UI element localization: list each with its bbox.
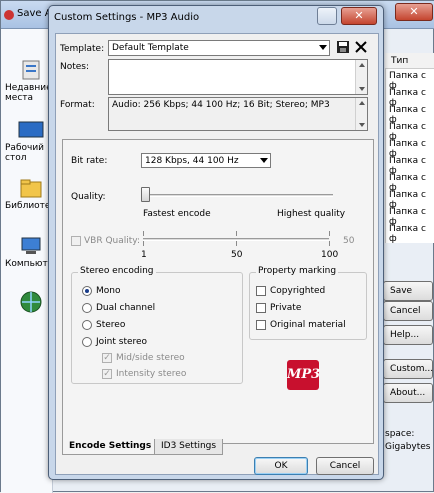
app-icon bbox=[4, 10, 14, 20]
notes-label: Notes: bbox=[60, 62, 90, 72]
dialog-close-button[interactable]: ✕ bbox=[341, 7, 377, 25]
vbr-tick-label: 50 bbox=[231, 250, 243, 260]
vbr-tick bbox=[236, 231, 237, 236]
vbr-tick-label: 100 bbox=[321, 250, 339, 260]
quality-slider-track bbox=[143, 194, 333, 197]
mp3-logo: MP3 bbox=[287, 360, 320, 390]
dialog-title: Custom Settings - MP3 Audio bbox=[54, 12, 200, 23]
radio-mono-label: Mono bbox=[96, 286, 121, 296]
template-value: Default Template bbox=[112, 43, 189, 53]
sidebar-item-desktop[interactable]: Рабочий стол bbox=[5, 119, 53, 163]
computer-icon bbox=[21, 237, 41, 254]
sidebar-item-computer[interactable]: Компьютер bbox=[5, 235, 59, 269]
vbr-tick bbox=[143, 231, 144, 236]
delete-template-icon[interactable] bbox=[354, 40, 368, 54]
ok-button[interactable]: OK bbox=[254, 457, 308, 475]
copyrighted-checkbox[interactable] bbox=[256, 286, 266, 296]
recent-places-icon bbox=[22, 60, 40, 80]
quality-min-label: Fastest encode bbox=[143, 209, 211, 219]
original-material-checkbox[interactable] bbox=[256, 320, 266, 330]
desktop-icon bbox=[18, 121, 44, 138]
column-header-type[interactable]: Тип bbox=[385, 53, 434, 69]
help-title-button[interactable] bbox=[317, 7, 337, 25]
about-button[interactable]: About... bbox=[383, 383, 433, 403]
cancel-button[interactable]: Cancel bbox=[383, 301, 433, 321]
radio-stereo[interactable] bbox=[82, 320, 92, 330]
vbr-value: 50 bbox=[343, 236, 355, 246]
property-marking-group: Property marking Copyrighted Private Ori… bbox=[249, 266, 367, 340]
vbr-tick bbox=[329, 231, 330, 236]
help-button[interactable]: Help... bbox=[383, 325, 433, 345]
private-checkbox[interactable] bbox=[256, 303, 266, 313]
sidebar-item-recent[interactable]: Недавние места bbox=[5, 59, 53, 103]
property-marking-title: Property marking bbox=[256, 266, 339, 276]
network-icon bbox=[20, 291, 42, 313]
radio-stereo-label: Stereo bbox=[96, 320, 126, 330]
quality-max-label: Highest quality bbox=[277, 209, 346, 219]
custom-settings-dialog: Custom Settings - MP3 Audio ✕ Template: … bbox=[48, 5, 384, 480]
bitrate-value: 128 Kbps, 44 100 Hz bbox=[145, 156, 239, 166]
sidebar-item-label: Недавние места bbox=[5, 83, 52, 103]
bitrate-label: Bit rate: bbox=[71, 156, 108, 166]
original-material-label: Original material bbox=[270, 320, 346, 330]
dialog-title-buttons: ✕ bbox=[317, 7, 379, 27]
radio-dual-channel-label: Dual channel bbox=[96, 303, 156, 313]
vbr-checkbox[interactable] bbox=[71, 236, 81, 246]
save-button[interactable]: Save bbox=[383, 281, 433, 301]
format-value: Audio: 256 Kbps; 44 100 Hz; 16 Bit; Ster… bbox=[112, 100, 330, 110]
save-as-close-button[interactable]: ✕ bbox=[395, 3, 433, 21]
radio-joint-stereo[interactable] bbox=[82, 337, 92, 347]
disk-space-unit: Gigabytes bbox=[385, 442, 431, 452]
notes-scrollbar[interactable] bbox=[355, 60, 367, 94]
libraries-icon bbox=[20, 179, 42, 198]
disk-space-label: space: bbox=[385, 429, 415, 439]
format-scrollbar[interactable] bbox=[355, 98, 367, 130]
copyrighted-label: Copyrighted bbox=[270, 286, 326, 296]
sidebar-item-label: Рабочий стол bbox=[5, 143, 45, 163]
vbr-tick bbox=[329, 241, 330, 246]
tab-encode-settings[interactable]: Encode Settings bbox=[62, 439, 159, 455]
sidebar-item-network[interactable] bbox=[5, 291, 53, 315]
tab-id3-settings[interactable]: ID3 Settings bbox=[154, 439, 224, 455]
quality-label: Quality: bbox=[71, 192, 106, 202]
vbr-tick bbox=[236, 241, 237, 246]
vbr-tick bbox=[143, 241, 144, 246]
dialog-body: Template: Default Template Notes: Format… bbox=[55, 33, 379, 475]
encode-settings-pane: Bit rate: 128 Kbps, 44 100 Hz Quality: F… bbox=[62, 139, 374, 444]
radio-dual-channel[interactable] bbox=[82, 303, 92, 313]
private-label: Private bbox=[270, 303, 302, 313]
template-label: Template: bbox=[60, 44, 105, 54]
format-field: Audio: 256 Kbps; 44 100 Hz; 16 Bit; Ster… bbox=[108, 97, 368, 131]
dialog-cancel-button[interactable]: Cancel bbox=[316, 457, 374, 475]
mid-side-label: Mid/side stereo bbox=[116, 353, 185, 363]
stereo-encoding-group: Stereo encoding Mono Dual channel Stereo… bbox=[71, 266, 243, 384]
intensity-label: Intensity stereo bbox=[116, 369, 187, 379]
vbr-label: VBR Quality: bbox=[84, 236, 140, 246]
chevron-down-icon bbox=[260, 158, 268, 163]
mid-side-checkbox[interactable]: ✓ bbox=[102, 353, 112, 363]
bitrate-combo[interactable]: 128 Kbps, 44 100 Hz bbox=[141, 153, 271, 168]
stereo-encoding-title: Stereo encoding bbox=[78, 266, 156, 276]
save-template-icon[interactable] bbox=[336, 40, 350, 54]
list-item[interactable]: Папка с ф bbox=[389, 224, 433, 244]
notes-field[interactable] bbox=[108, 59, 368, 95]
intensity-checkbox[interactable]: ✓ bbox=[102, 369, 112, 379]
radio-mono[interactable] bbox=[82, 286, 92, 296]
chevron-down-icon bbox=[319, 45, 327, 50]
radio-joint-stereo-label: Joint stereo bbox=[96, 337, 148, 347]
sidebar-item-libraries[interactable]: Библиотеки bbox=[5, 177, 62, 211]
format-label: Format: bbox=[60, 100, 95, 110]
places-sidebar: Недавние места Рабочий стол Библиотеки К… bbox=[1, 29, 62, 493]
vbr-tick-label: 1 bbox=[141, 250, 147, 260]
quality-slider-thumb[interactable] bbox=[141, 187, 150, 202]
custom-button[interactable]: Custom... bbox=[383, 359, 433, 379]
template-combo[interactable]: Default Template bbox=[108, 40, 330, 56]
